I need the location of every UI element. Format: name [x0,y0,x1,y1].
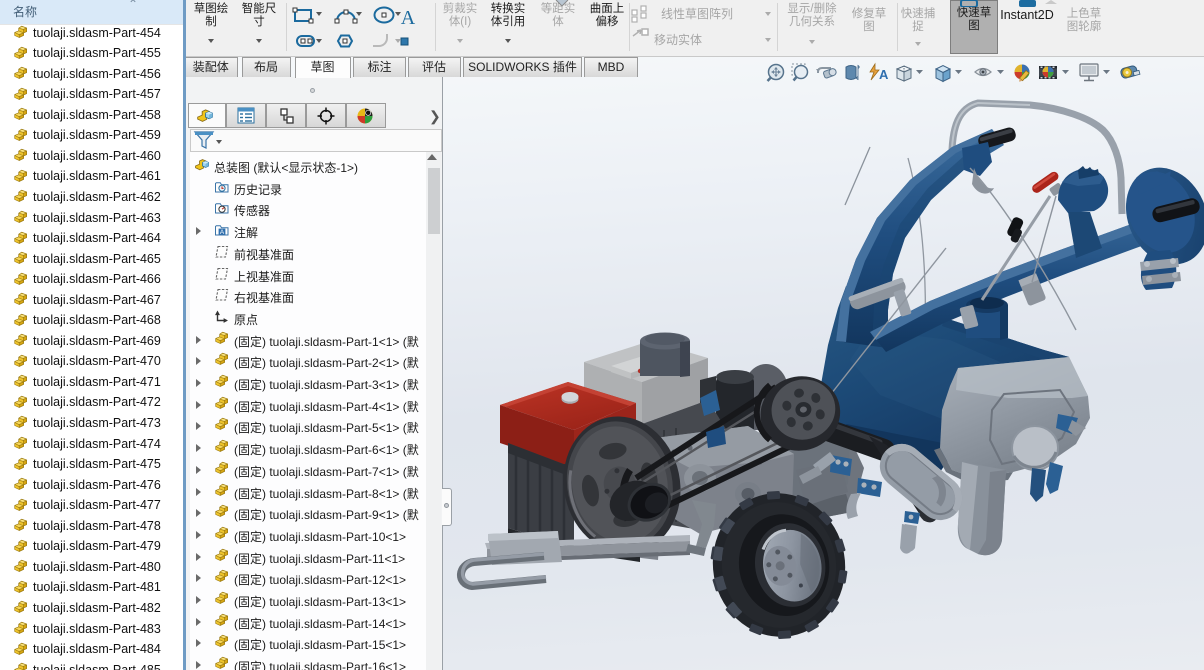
svg-text:A: A [879,67,889,82]
svg-text:A: A [220,229,225,236]
svg-text:A: A [401,7,416,29]
